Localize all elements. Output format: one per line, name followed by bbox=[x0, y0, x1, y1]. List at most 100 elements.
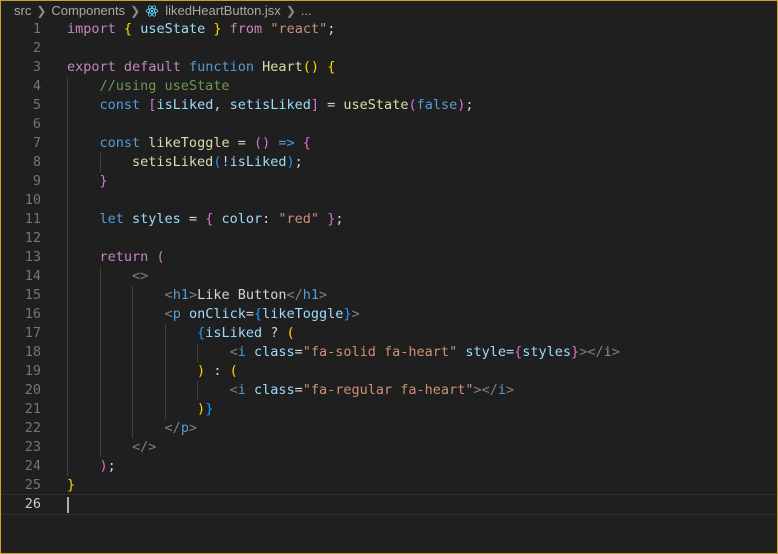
code-token: ( bbox=[286, 325, 295, 341]
code-token: ; bbox=[327, 21, 336, 37]
code-token: ; bbox=[335, 211, 344, 227]
code-token: ; bbox=[294, 154, 303, 170]
code-text: const [isLiked, setisLiked] = useState(f… bbox=[67, 96, 474, 115]
line-number: 6 bbox=[32, 116, 41, 132]
code-token: isLiked bbox=[156, 97, 214, 113]
line-number: 3 bbox=[32, 59, 41, 75]
chevron-right-icon: ❯ bbox=[130, 3, 141, 18]
code-token: ) bbox=[286, 154, 295, 170]
code-text: setisLiked(!isLiked); bbox=[67, 153, 303, 172]
line-number: 17 bbox=[24, 325, 41, 341]
code-token: h1 bbox=[302, 287, 320, 303]
code-line[interactable]: 18 <i class="fa-solid fa-heart" style={s… bbox=[1, 343, 777, 362]
code-token: > bbox=[188, 287, 198, 303]
code-line[interactable]: 9 } bbox=[1, 172, 777, 191]
indent-guide bbox=[67, 191, 68, 210]
code-token: styles bbox=[522, 344, 572, 360]
code-token: > bbox=[505, 382, 515, 398]
code-token: ) bbox=[197, 363, 206, 379]
code-line[interactable]: 19 ) : ( bbox=[1, 362, 777, 381]
code-token: setisLiked bbox=[132, 154, 214, 170]
code-token: useState bbox=[343, 97, 409, 113]
code-token: ( bbox=[408, 97, 417, 113]
code-line[interactable]: 20 <i class="fa-regular fa-heart"></i> bbox=[1, 381, 777, 400]
code-line[interactable]: 10 bbox=[1, 191, 777, 210]
code-text: </> bbox=[67, 438, 156, 457]
code-line[interactable]: 17 {isLiked ? ( bbox=[1, 324, 777, 343]
code-token: export bbox=[67, 59, 116, 75]
code-text: let styles = { color: "red" }; bbox=[67, 210, 344, 229]
indent-guide bbox=[67, 115, 68, 134]
line-number: 5 bbox=[32, 97, 41, 113]
code-token: < bbox=[164, 287, 173, 303]
code-token: likeToggle bbox=[148, 135, 230, 151]
breadcrumb-item-more[interactable]: ... bbox=[301, 3, 312, 18]
code-token: "react" bbox=[270, 21, 328, 37]
code-token: < bbox=[229, 382, 238, 398]
line-number: 10 bbox=[24, 192, 41, 208]
code-line[interactable]: 4 //using useState bbox=[1, 77, 777, 96]
code-line[interactable]: 14 <> bbox=[1, 267, 777, 286]
code-line[interactable]: 11 let styles = { color: "red" }; bbox=[1, 210, 777, 229]
code-line[interactable]: 16 <p onClick={likeToggle}> bbox=[1, 305, 777, 324]
code-line[interactable]: 13 return ( bbox=[1, 248, 777, 267]
line-number: 7 bbox=[32, 135, 41, 151]
code-line[interactable]: 7 const likeToggle = () => { bbox=[1, 134, 777, 153]
code-line[interactable]: 21 )} bbox=[1, 400, 777, 419]
code-token: > bbox=[319, 287, 328, 303]
code-token: } bbox=[67, 477, 76, 493]
code-token: ! bbox=[221, 154, 230, 170]
code-token: const bbox=[99, 97, 141, 113]
code-token: <> bbox=[132, 268, 149, 284]
code-text: {isLiked ? ( bbox=[67, 324, 295, 343]
code-line[interactable]: 3 export default function Heart() { bbox=[1, 58, 777, 77]
code-token: = bbox=[505, 344, 515, 360]
code-token: const bbox=[99, 135, 141, 151]
code-token: } bbox=[99, 173, 108, 189]
line-number: 2 bbox=[32, 40, 41, 56]
line-number: 22 bbox=[24, 420, 41, 436]
code-text: </p> bbox=[67, 419, 198, 438]
line-number: 16 bbox=[24, 306, 41, 322]
breadcrumb-item-src[interactable]: src bbox=[14, 3, 31, 18]
breadcrumb-item-file[interactable]: likedHeartButton.jsx bbox=[165, 3, 281, 18]
line-number: 12 bbox=[24, 230, 41, 246]
code-text: ) : ( bbox=[67, 362, 238, 381]
code-token: ( bbox=[229, 363, 238, 379]
code-token: setisLiked bbox=[229, 97, 311, 113]
code-editor[interactable]: 1 import { useState } from "react"; 2 3 expo… bbox=[1, 20, 777, 515]
code-line[interactable]: 6 bbox=[1, 115, 777, 134]
code-line[interactable]: 24 ); bbox=[1, 457, 777, 476]
code-line[interactable]: 15 <h1>Like Button</h1> bbox=[1, 286, 777, 305]
code-line[interactable]: 22 </p> bbox=[1, 419, 777, 438]
code-line[interactable]: 23 </> bbox=[1, 438, 777, 457]
breadcrumb-item-components[interactable]: Components bbox=[51, 3, 125, 18]
code-token: style bbox=[465, 344, 506, 360]
code-line[interactable]: 1 import { useState } from "react"; bbox=[1, 20, 777, 39]
code-line[interactable]: 26 bbox=[1, 494, 777, 515]
code-token: { bbox=[197, 325, 206, 341]
code-line[interactable]: 2 bbox=[1, 39, 777, 58]
code-token: { bbox=[302, 135, 311, 151]
line-number: 24 bbox=[24, 458, 41, 474]
code-text: )} bbox=[67, 400, 213, 419]
code-line[interactable]: 5 const [isLiked, setisLiked] = useState… bbox=[1, 96, 777, 115]
code-line[interactable]: 12 bbox=[1, 229, 777, 248]
code-line[interactable]: 25} bbox=[1, 476, 777, 495]
code-token: , bbox=[213, 97, 230, 113]
code-text: return ( bbox=[67, 248, 165, 267]
code-line[interactable]: 8 setisLiked(!isLiked); bbox=[1, 153, 777, 172]
code-token: ; bbox=[465, 97, 474, 113]
code-token: ] bbox=[310, 97, 320, 113]
